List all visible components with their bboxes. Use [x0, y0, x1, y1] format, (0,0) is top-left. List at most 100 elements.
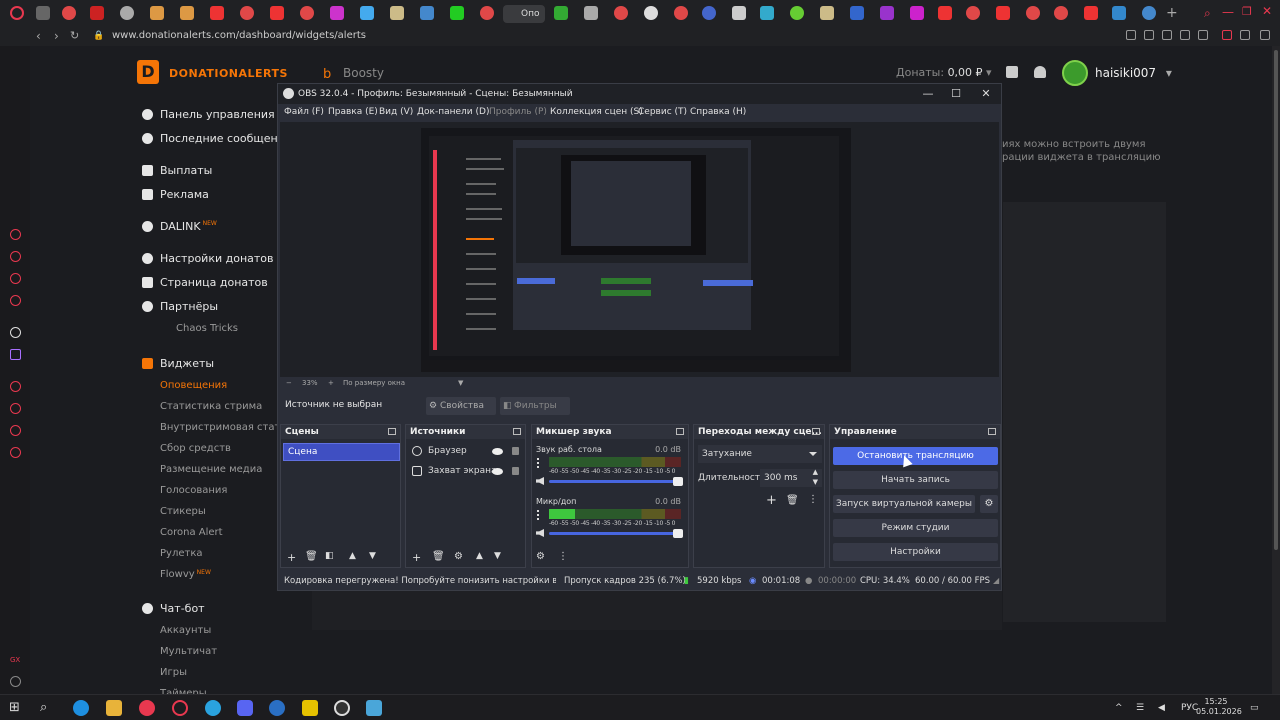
tool-icon[interactable] [1144, 30, 1154, 40]
menu-icon[interactable] [1260, 30, 1270, 40]
menu-roulette[interactable]: Рулетка [160, 548, 203, 559]
menu-stickers[interactable]: Стикеры [160, 506, 206, 517]
gx-icon[interactable]: GX [10, 656, 21, 667]
tab-icon[interactable] [674, 6, 688, 20]
menu-chatbot[interactable]: Чат-бот [160, 602, 205, 615]
menu-edit[interactable]: Правка (E) [328, 107, 378, 117]
undock-icon[interactable] [988, 428, 996, 435]
menu-flowvy[interactable]: Flowvy NEW [160, 569, 211, 580]
tab-icon[interactable] [240, 6, 254, 20]
maximize-window-icon[interactable]: ❐ [1242, 5, 1252, 18]
tab-icon[interactable] [996, 6, 1010, 20]
menu-stream-stats[interactable]: Статистика стрима [160, 401, 262, 412]
menu-help[interactable]: Справка (H) [690, 107, 746, 117]
channel-menu-icon[interactable] [537, 510, 539, 520]
tab-icon[interactable] [420, 6, 434, 20]
filters-button[interactable]: ◧ Фильтры [500, 397, 570, 415]
opera-icon[interactable] [172, 700, 188, 716]
sidebar-icon[interactable] [10, 327, 21, 338]
undock-icon[interactable] [812, 428, 820, 435]
obs-preview[interactable] [280, 122, 999, 377]
tab-active[interactable]: Опо [503, 5, 545, 23]
stepper-icon[interactable]: ▲ ▼ [813, 467, 818, 487]
speaker-icon[interactable]: ◀ [1158, 703, 1165, 713]
tab-icon[interactable] [210, 6, 224, 20]
menu-donation-settings[interactable]: Настройки донатов [160, 252, 274, 265]
donationalerts-logo-icon[interactable]: D [137, 60, 159, 84]
lock-icon[interactable] [512, 447, 519, 455]
tab-icon[interactable] [120, 6, 134, 20]
tab-icon[interactable] [390, 6, 404, 20]
minimize-window-icon[interactable]: — [1222, 5, 1234, 19]
tab-icon[interactable] [790, 6, 804, 20]
menu-polls[interactable]: Голосования [160, 485, 227, 496]
send-icon[interactable] [1198, 30, 1208, 40]
zoom-in-icon[interactable]: + [328, 377, 334, 390]
tab-icon[interactable] [554, 6, 568, 20]
menu-multichat[interactable]: Мультичат [160, 646, 217, 657]
play-icon[interactable] [1180, 30, 1190, 40]
eye-icon[interactable] [492, 448, 503, 455]
tab-icon[interactable] [300, 6, 314, 20]
source-item[interactable]: Браузер [412, 446, 467, 456]
menu-dashboard[interactable]: Панель управления [160, 108, 275, 121]
tab-icon[interactable] [938, 6, 952, 20]
tab-icon[interactable] [480, 6, 494, 20]
new-tab-icon[interactable]: + [1166, 5, 1178, 21]
move-down-icon[interactable]: ▼ [369, 551, 376, 561]
menu-games[interactable]: Игры [160, 667, 187, 678]
tab-icon[interactable] [760, 6, 774, 20]
donates-summary[interactable]: Донаты: 0,00 ₽ ▾ [896, 66, 992, 79]
tab-icon[interactable] [270, 6, 284, 20]
tab-icon[interactable] [36, 6, 50, 20]
tab-icon[interactable] [450, 6, 464, 20]
menu-corona-alert[interactable]: Corona Alert [160, 527, 223, 538]
menu-partners[interactable]: Партнёры [160, 300, 218, 313]
resize-grip-icon[interactable]: ◢ [993, 572, 999, 590]
move-up-icon[interactable]: ▲ [349, 551, 356, 561]
zoom-mode[interactable]: По размеру окна [343, 377, 405, 390]
opera-logo-icon[interactable] [10, 6, 24, 20]
tab-icon[interactable] [732, 6, 746, 20]
trash-icon[interactable]: 🗑 [432, 551, 445, 562]
url-text[interactable]: www.donationalerts.com/dashboard/widgets… [112, 30, 366, 41]
tab-icon[interactable] [62, 6, 76, 20]
virtual-camera-button[interactable]: Запуск виртуальной камеры [833, 495, 975, 513]
studio-mode-button[interactable]: Режим студии [833, 519, 998, 537]
lock-icon[interactable] [512, 467, 519, 475]
sidebar-icon[interactable] [10, 251, 21, 262]
explorer-icon[interactable] [106, 700, 122, 716]
trash-icon[interactable]: 🗑 [786, 495, 799, 506]
undock-icon[interactable] [388, 428, 396, 435]
eye-icon[interactable] [492, 468, 503, 475]
gear-icon[interactable]: ⚙ [980, 495, 998, 513]
back-icon[interactable]: ‹ [36, 29, 41, 43]
zoom-out-icon[interactable]: − [286, 377, 292, 390]
app-icon[interactable] [302, 700, 318, 716]
menu-dalink[interactable]: DALINK NEW [160, 220, 217, 233]
obs-icon[interactable] [334, 700, 350, 716]
close-icon[interactable]: ✕ [971, 84, 1001, 104]
minimize-icon[interactable]: — [913, 84, 943, 104]
more-icon[interactable] [10, 676, 21, 687]
menu-media[interactable]: Размещение медиа [160, 464, 262, 475]
tab-icon[interactable] [820, 6, 834, 20]
obs-title-bar[interactable]: OBS 32.0.4 - Профиль: Безымянный - Сцены… [278, 84, 1001, 104]
tab-icon[interactable] [90, 6, 104, 20]
undock-icon[interactable] [513, 428, 521, 435]
tab-icon[interactable] [644, 6, 658, 20]
sidebar-icon[interactable] [10, 229, 21, 240]
reload-icon[interactable]: ↻ [70, 29, 79, 42]
menu-alerts[interactable]: Оповещения [160, 380, 227, 391]
add-icon[interactable]: + [412, 551, 421, 564]
steam-icon[interactable] [269, 700, 285, 716]
app-icon[interactable] [366, 700, 382, 716]
menu-payouts[interactable]: Выплаты [160, 164, 212, 177]
bookmark-icon[interactable] [1126, 30, 1136, 40]
speaker-icon[interactable] [536, 529, 544, 537]
more-icon[interactable]: ⋮ [558, 551, 568, 562]
maximize-icon[interactable]: ☐ [941, 84, 971, 104]
menu-donation-page[interactable]: Страница донатов [160, 276, 268, 289]
move-up-icon[interactable]: ▲ [476, 551, 483, 561]
tab-icon[interactable] [850, 6, 864, 20]
